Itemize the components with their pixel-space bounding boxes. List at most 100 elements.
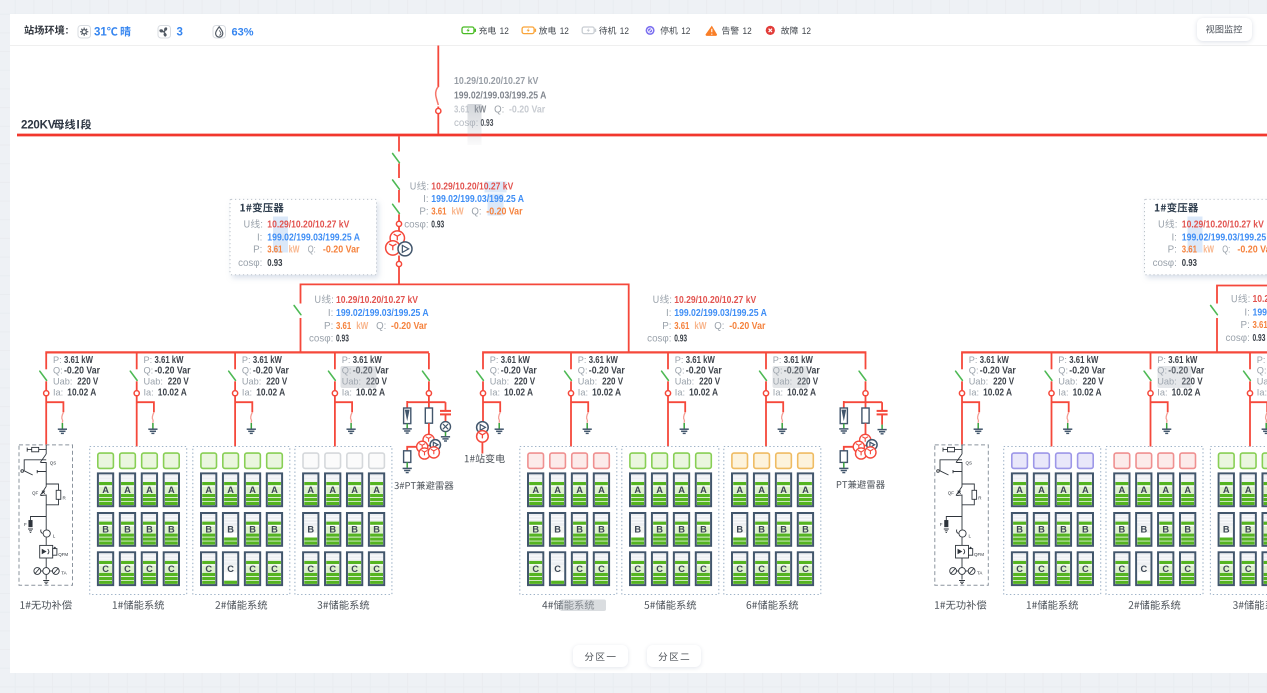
svg-text:C: C	[249, 564, 256, 574]
svg-text:A: A	[1060, 485, 1067, 495]
svg-text:A: A	[700, 485, 707, 495]
svg-text:Q:: Q:	[144, 365, 154, 375]
svg-text:0.93: 0.93	[674, 334, 687, 345]
svg-text:A: A	[780, 485, 787, 495]
svg-text:A: A	[1082, 485, 1089, 495]
svg-text:F: F	[24, 522, 27, 527]
svg-text:10.02 A: 10.02 A	[67, 387, 96, 398]
svg-text:P:: P:	[675, 355, 684, 365]
svg-text:B: B	[351, 525, 358, 535]
svg-text:A: A	[168, 485, 175, 495]
svg-text:12: 12	[681, 26, 690, 37]
svg-text:B: B	[124, 525, 131, 535]
svg-text:A: A	[102, 485, 109, 495]
svg-text:C: C	[1140, 564, 1147, 574]
svg-text:B: B	[307, 525, 314, 535]
svg-text:B: B	[227, 525, 234, 535]
svg-text:P:: P:	[1241, 320, 1250, 331]
svg-text:Ia:: Ia:	[969, 387, 979, 397]
svg-text:B: B	[736, 525, 743, 535]
svg-text:C: C	[168, 564, 175, 574]
svg-text:12: 12	[743, 26, 752, 37]
svg-text:B: B	[802, 525, 809, 535]
svg-text:Q:: Q:	[53, 365, 63, 375]
svg-text:12: 12	[560, 26, 569, 37]
svg-text:Ia:: Ia:	[675, 387, 685, 397]
svg-text:B: B	[758, 525, 765, 535]
svg-text:A: A	[124, 485, 131, 495]
svg-text:A: A	[1140, 485, 1147, 495]
svg-text:-0.20 Var: -0.20 Var	[686, 365, 722, 376]
svg-text:C: C	[227, 564, 234, 574]
svg-text::: :	[426, 182, 429, 193]
svg-text:Q:: Q:	[494, 105, 504, 116]
svg-text:A: A	[802, 485, 809, 495]
svg-text:A: A	[598, 485, 605, 495]
svg-text:Ia:: Ia:	[144, 387, 154, 397]
svg-text:Uab:: Uab:	[242, 376, 261, 386]
svg-text:F: F	[940, 522, 943, 527]
svg-text:Ia:: Ia:	[1257, 387, 1267, 397]
svg-text:Uab:: Uab:	[144, 376, 163, 386]
svg-text:Uab:: Uab:	[53, 376, 72, 386]
svg-text:QFM: QFM	[974, 552, 984, 557]
svg-text:3.61 kW: 3.61 kW	[1168, 355, 1198, 366]
svg-text:Q:: Q:	[1257, 365, 1267, 375]
svg-text:3.61 kW: 3.61 kW	[64, 355, 94, 366]
svg-text:A: A	[146, 485, 153, 495]
svg-text:12: 12	[802, 26, 811, 37]
svg-text:C: C	[598, 564, 605, 574]
svg-text:3.61: 3.61	[267, 245, 283, 256]
svg-text:A: A	[758, 485, 765, 495]
svg-text:Q:: Q:	[490, 365, 500, 375]
svg-text:Ia:: Ia:	[1058, 387, 1068, 397]
svg-text:cosφ:: cosφ:	[1153, 258, 1177, 269]
svg-text:3.61 kW: 3.61 kW	[501, 355, 531, 366]
svg-text:P:: P:	[1257, 355, 1266, 365]
svg-text:C: C	[146, 564, 153, 574]
svg-text:Uab:: Uab:	[1058, 376, 1077, 386]
svg-text:C: C	[307, 564, 314, 574]
svg-text:QF: QF	[948, 491, 955, 496]
svg-text:3.61 kW: 3.61 kW	[353, 355, 383, 366]
svg-text:A: A	[373, 485, 380, 495]
svg-text:-0.20 Var: -0.20 Var	[1237, 245, 1267, 256]
svg-text:C: C	[1245, 564, 1252, 574]
svg-text:C: C	[271, 564, 278, 574]
svg-text:P:: P:	[1168, 245, 1177, 256]
svg-text:B: B	[554, 525, 561, 535]
svg-text:A: A	[1162, 485, 1169, 495]
svg-text:220 V: 220 V	[514, 376, 535, 387]
svg-text:C: C	[736, 564, 743, 574]
svg-text:C: C	[758, 564, 765, 574]
svg-text:C: C	[700, 564, 707, 574]
svg-text:P:: P:	[1058, 355, 1067, 365]
svg-text:3.61 kW: 3.61 kW	[1069, 355, 1099, 366]
svg-text:cosφ:: cosφ:	[309, 334, 333, 345]
svg-text:3.61 kW: 3.61 kW	[784, 355, 814, 366]
svg-text:0.93: 0.93	[481, 118, 494, 129]
svg-text:P:: P:	[53, 355, 62, 365]
svg-text:B: B	[1184, 525, 1191, 535]
svg-text:Ia:: Ia:	[773, 387, 783, 397]
svg-text:Q:: Q:	[675, 365, 685, 375]
svg-text:I:: I:	[1171, 232, 1176, 243]
svg-text:B: B	[373, 525, 380, 535]
svg-text::: :	[1248, 294, 1251, 305]
svg-text:C: C	[351, 564, 358, 574]
svg-text:199.02/199.03/199.25 A: 199.02/199.03/199.25 A	[1253, 307, 1267, 318]
svg-text:-0.20 Var: -0.20 Var	[64, 365, 100, 376]
svg-text:199.02/199.03/199.25 A: 199.02/199.03/199.25 A	[267, 232, 360, 243]
svg-text:kW: kW	[1203, 245, 1214, 256]
svg-text:B: B	[102, 525, 109, 535]
svg-text:C: C	[205, 564, 212, 574]
svg-text:A: A	[1016, 485, 1023, 495]
svg-text:P:: P:	[144, 355, 153, 365]
svg-text:A: A	[1119, 485, 1126, 495]
svg-text:A: A	[1245, 485, 1252, 495]
svg-text:B: B	[205, 525, 212, 535]
svg-text:A: A	[656, 485, 663, 495]
svg-text:-0.20 Var: -0.20 Var	[155, 365, 191, 376]
svg-text:I:: I:	[257, 232, 262, 243]
svg-text:C: C	[554, 564, 561, 574]
